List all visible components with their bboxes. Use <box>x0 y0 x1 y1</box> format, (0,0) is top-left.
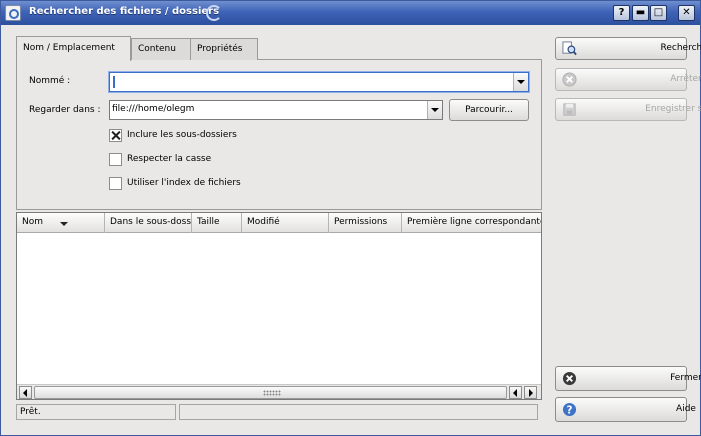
kde-swirl-icon <box>206 5 222 21</box>
case-sensitive-label: Respecter la casse <box>127 154 212 164</box>
tab-properties[interactable]: Propriétés <box>190 38 258 60</box>
scroll-left-icon[interactable] <box>19 386 32 399</box>
maximize-button[interactable]: □ <box>650 5 667 21</box>
title-bar[interactable]: Rechercher des fichiers / dossiers ? ▬ □… <box>1 1 700 25</box>
named-combo[interactable] <box>109 72 529 92</box>
minimize-button[interactable]: ▬ <box>632 5 649 21</box>
close-icon <box>562 371 577 386</box>
column-header-first-match[interactable]: Première ligne correspondante <box>402 213 541 233</box>
results-list[interactable]: Nom Dans le sous-dossier Taille Modifié … <box>16 212 542 400</box>
status-secondary <box>179 404 538 420</box>
stop-button-label: Arrêter <box>670 74 701 84</box>
help-button[interactable]: ? Aide <box>555 397 696 422</box>
scrollbar-thumb[interactable] <box>34 386 507 399</box>
browse-button[interactable]: Parcourir... <box>449 99 529 121</box>
search-icon <box>562 41 577 56</box>
scroll-left-icon[interactable] <box>509 386 522 399</box>
column-header-modified[interactable]: Modifié <box>242 213 329 233</box>
search-button-label: Rechercher <box>660 43 701 53</box>
checkbox-unchecked-icon[interactable] <box>109 153 122 166</box>
save-icon <box>563 103 576 116</box>
grip-icon <box>263 390 281 396</box>
chevron-down-icon[interactable] <box>427 101 442 119</box>
named-label: Nommé : <box>29 76 71 86</box>
close-button-label: Fermer <box>670 373 701 383</box>
tab-contents[interactable]: Contenu <box>131 38 191 60</box>
look-in-label: Regarder dans : <box>29 105 101 115</box>
help-button-label: Aide <box>676 404 696 414</box>
close-button[interactable]: Fermer <box>555 366 701 391</box>
column-header-permissions[interactable]: Permissions <box>329 213 402 233</box>
column-header-subfolder[interactable]: Dans le sous-dossier <box>105 213 192 233</box>
save-as-button[interactable]: Enregistrer sous... <box>555 98 701 121</box>
find-files-dialog: Rechercher des fichiers / dossiers ? ▬ □… <box>0 0 701 436</box>
help-icon: ? <box>562 402 577 416</box>
search-button[interactable]: Rechercher <box>555 37 701 60</box>
search-criteria-tabs: Nommé : Regarder dans : file:///home/ole… <box>16 36 542 210</box>
save-as-button-label: Enregistrer sous... <box>645 104 701 114</box>
scroll-right-icon[interactable] <box>524 386 537 399</box>
chevron-down-icon[interactable] <box>513 73 528 91</box>
column-label: Nom <box>22 217 44 227</box>
column-header-size[interactable]: Taille <box>192 213 242 233</box>
sort-descending-icon <box>60 222 68 226</box>
close-window-button[interactable]: ✕ <box>678 5 695 21</box>
checkbox-unchecked-icon[interactable] <box>109 177 122 190</box>
look-in-value[interactable]: file:///home/olegm <box>112 104 194 114</box>
help-titlebar-button[interactable]: ? <box>613 5 630 21</box>
column-header-name[interactable]: Nom <box>17 213 105 233</box>
horizontal-scrollbar[interactable] <box>17 384 541 399</box>
stop-icon <box>562 72 577 87</box>
results-header: Nom Dans le sous-dossier Taille Modifié … <box>17 213 541 233</box>
include-subfolders-label: Inclure les sous-dossiers <box>127 130 237 140</box>
window-title: Rechercher des fichiers / dossiers <box>29 6 220 17</box>
checkbox-checked-icon[interactable] <box>109 129 122 142</box>
svg-text:?: ? <box>567 404 573 416</box>
tab-name-location[interactable]: Nom / Emplacement <box>16 36 131 61</box>
tab-panel-name-location: Nommé : Regarder dans : file:///home/ole… <box>16 59 542 210</box>
text-cursor <box>113 76 115 88</box>
status-text: Prêt. <box>16 404 176 420</box>
look-in-combo[interactable]: file:///home/olegm <box>109 100 443 120</box>
find-app-icon <box>5 5 21 21</box>
stop-button[interactable]: Arrêter <box>555 68 701 91</box>
use-index-label: Utiliser l'index de fichiers <box>127 178 241 188</box>
